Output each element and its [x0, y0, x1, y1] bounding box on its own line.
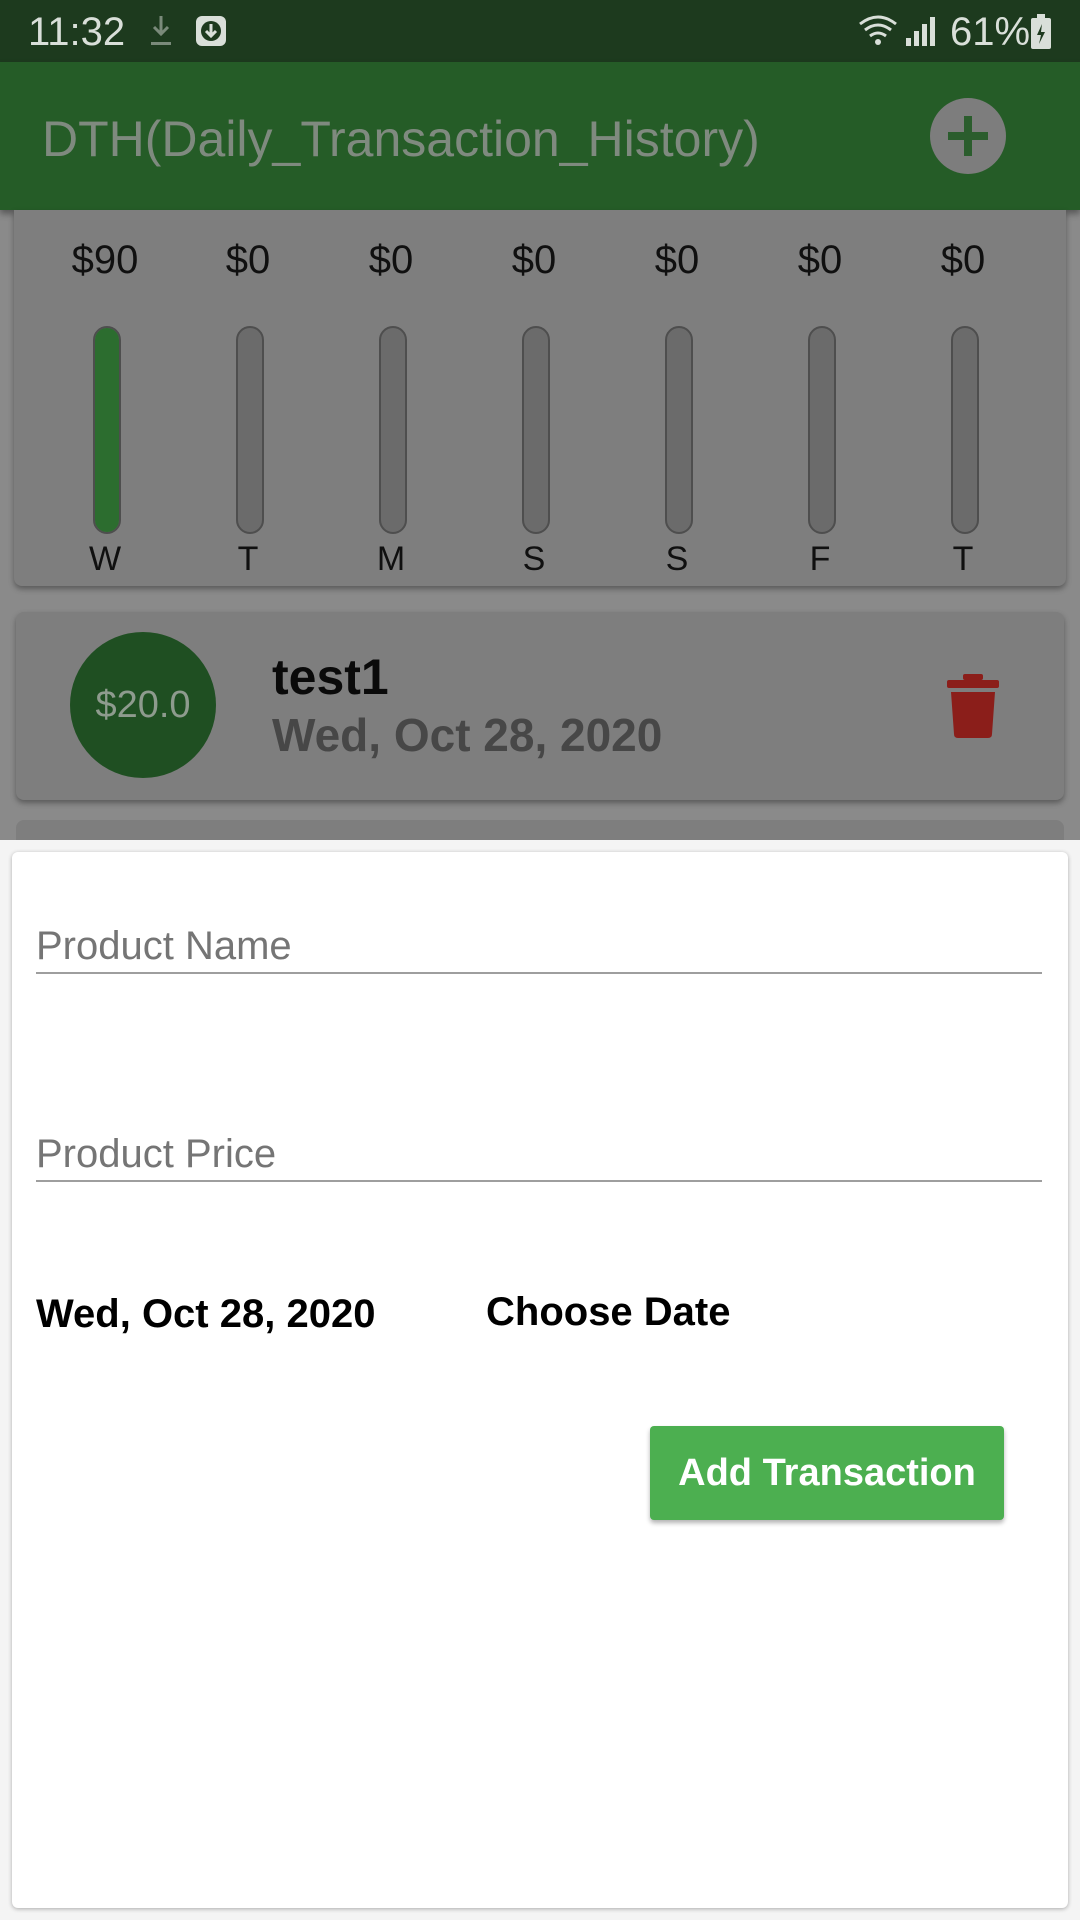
product-price-label: Product Price — [36, 1132, 277, 1176]
chart-bar-day: S — [522, 540, 546, 578]
chart-bar-day: T — [952, 540, 974, 578]
chart-bar-amount: $0 — [511, 238, 557, 282]
chart-bar-column: $0 T — [903, 238, 1023, 578]
chart-bar-column: $0 S — [617, 238, 737, 578]
chart-bar-amount: $0 — [940, 238, 986, 282]
chart-bar-column: $0 S — [474, 238, 594, 578]
add-transaction-submit-button[interactable]: Add Transaction — [650, 1426, 1004, 1520]
delete-transaction-button[interactable] — [934, 672, 1004, 742]
transaction-amount: $20.0 — [70, 632, 216, 778]
choose-date-button[interactable]: Choose Date — [476, 1282, 741, 1343]
transaction-date: Wed, Oct 28, 2020 — [272, 709, 663, 761]
product-name-label: Product Name — [36, 924, 292, 968]
chart-bar-track — [951, 326, 979, 534]
chart-bar-track — [665, 326, 693, 534]
chart-bar-column: $90 W — [45, 238, 165, 578]
download-box-icon — [196, 16, 226, 46]
download-icon — [151, 16, 171, 45]
battery-icon — [1031, 14, 1051, 49]
add-transaction-sheet: Product Name Product Price Wed, Oct 28, … — [0, 840, 1080, 1920]
trash-icon — [947, 673, 999, 738]
add-transaction-button[interactable] — [930, 98, 1006, 174]
chart-bar-amount: $0 — [225, 238, 271, 282]
chart-bar-track — [379, 326, 407, 534]
chart-bar-track — [236, 326, 264, 534]
chart-bar-column: $0 F — [760, 238, 880, 578]
selected-date: Wed, Oct 28, 2020 — [36, 1292, 376, 1336]
chart-bar-column: $0 T — [188, 238, 308, 578]
transaction-title: test1 — [272, 649, 389, 705]
chart-bar-track — [522, 326, 550, 534]
chart-bar-track — [93, 326, 121, 534]
app-bar: DTH(Daily_Transaction_History) — [0, 62, 1080, 210]
weekly-chart: $90 W $0 T $0 M $0 S $0 S $0 F $0 T — [14, 210, 1066, 586]
wifi-icon — [859, 15, 897, 45]
app-title: DTH(Daily_Transaction_History) — [42, 111, 760, 167]
status-time: 11:32 — [28, 10, 126, 54]
chart-bar-day: F — [809, 540, 831, 578]
chart-bar-fill — [95, 328, 119, 532]
chart-bar-day: S — [665, 540, 689, 578]
chart-bar-track — [808, 326, 836, 534]
status-bar: 11:32 61% — [0, 0, 1080, 62]
battery-percentage: 61% — [950, 10, 1031, 54]
product-price-field[interactable]: Product Price — [36, 1060, 1042, 1182]
chart-bar-day: W — [88, 540, 122, 578]
product-name-field[interactable]: Product Name — [36, 852, 1042, 974]
chart-bar-day: M — [376, 540, 406, 578]
plus-icon — [948, 116, 988, 156]
chart-bar-amount: $0 — [654, 238, 700, 282]
chart-bar-column: $0 M — [331, 238, 451, 578]
chart-bar-amount: $0 — [797, 238, 843, 282]
chart-bar-day: T — [237, 540, 259, 578]
signal-icon — [906, 17, 935, 46]
chart-bar-amount: $90 — [71, 238, 139, 282]
transaction-item: $20.0 test1 Wed, Oct 28, 2020 — [16, 612, 1064, 800]
add-transaction-form: Product Name Product Price Wed, Oct 28, … — [12, 852, 1068, 1908]
chart-bar-amount: $0 — [368, 238, 414, 282]
